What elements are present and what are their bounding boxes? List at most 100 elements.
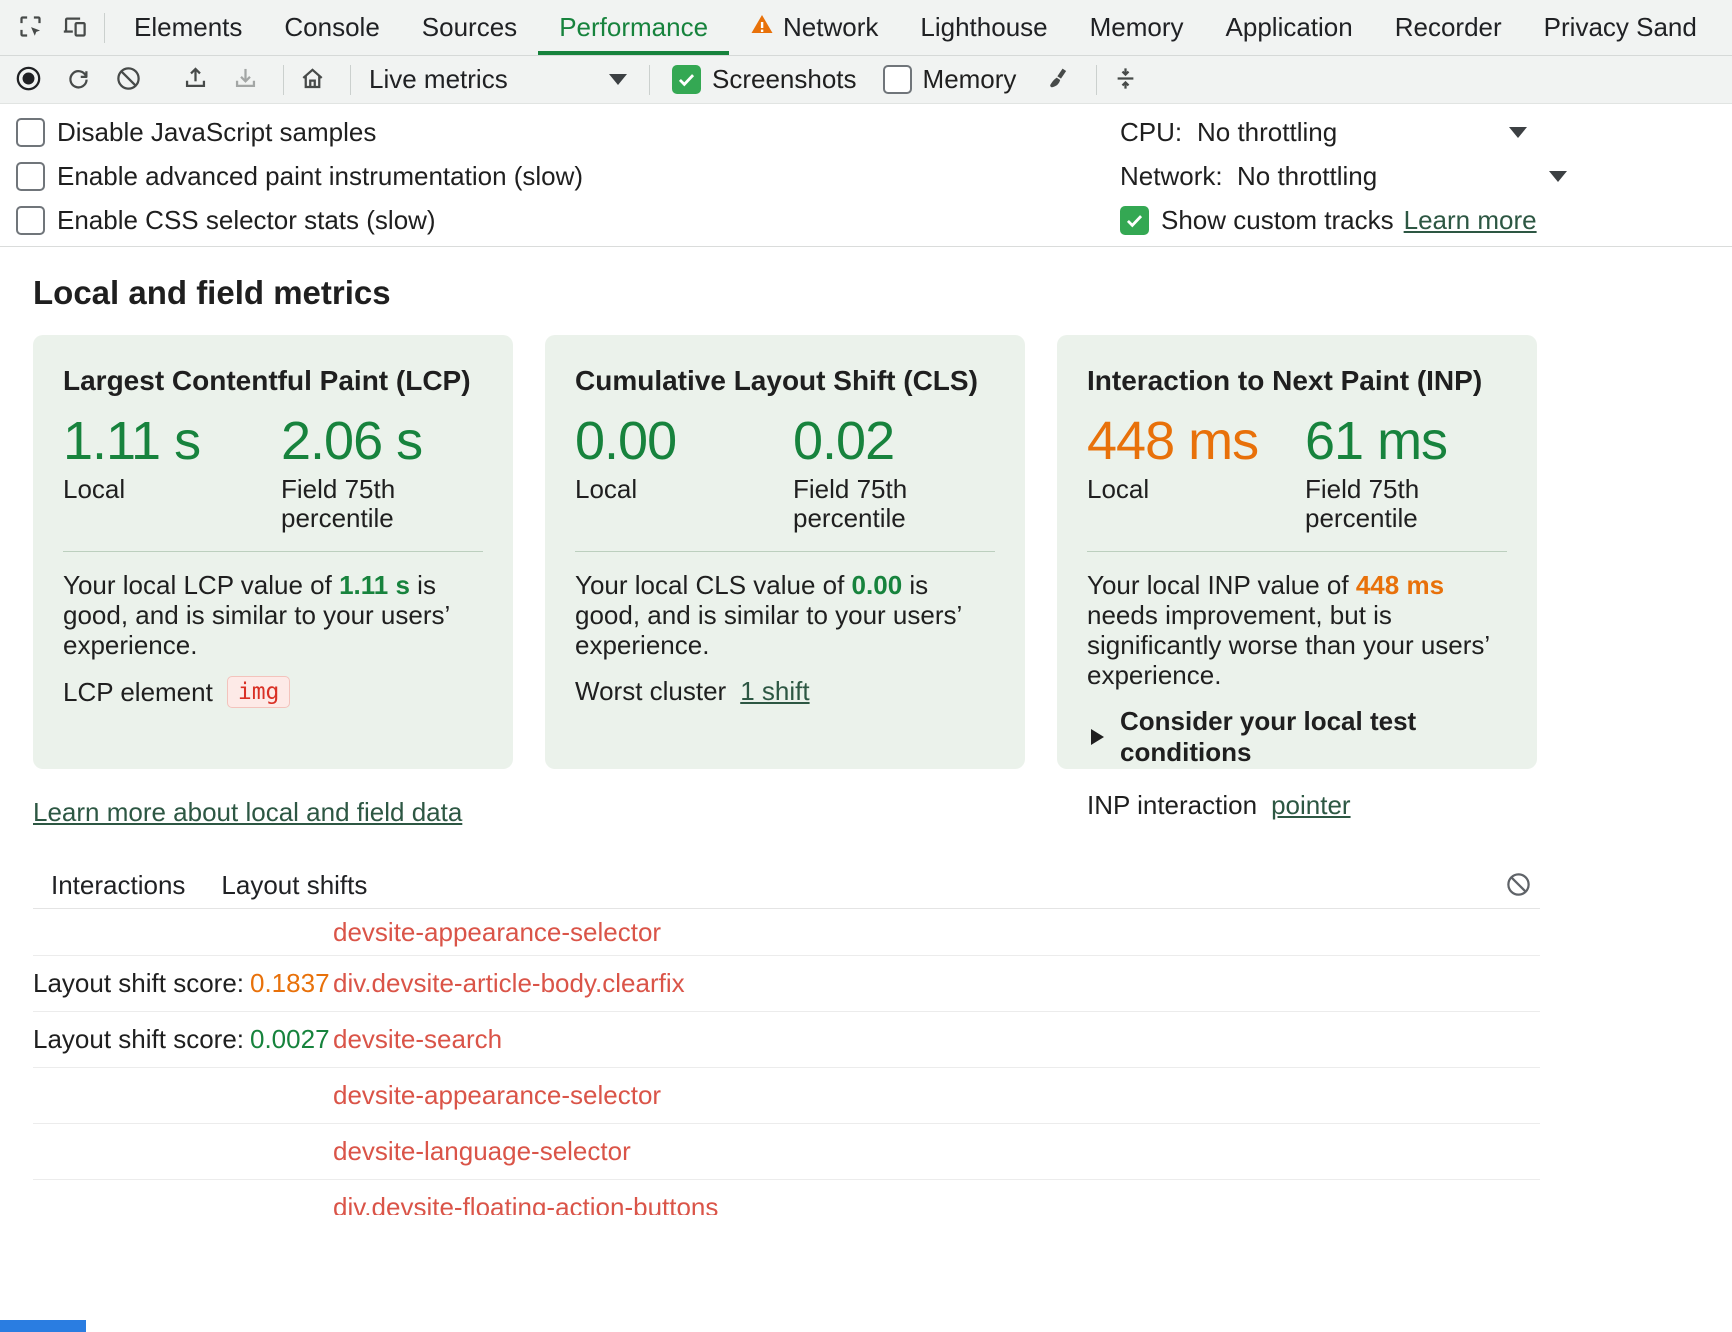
cls-field-value: 0.02 [793,415,938,467]
broom-icon [1045,65,1072,95]
layout-shift-row[interactable]: Layout shift score:0.0027 devsite-search [33,1012,1540,1068]
consider-local-conditions-expander[interactable]: Consider your local test conditions [1087,706,1507,768]
tabbar-tools [0,0,113,55]
tab-application[interactable]: Application [1205,0,1374,55]
tab-recorder[interactable]: Recorder [1374,0,1523,55]
cpu-throttling-select[interactable]: No throttling [1197,117,1527,148]
inp-description: Your local INP value of 448 ms needs imp… [1087,570,1507,690]
tab-elements[interactable]: Elements [113,0,263,55]
tab-layout-shifts[interactable]: Layout shifts [203,863,385,908]
toggle-device-toolbar-button[interactable] [52,7,96,49]
lcp-element-label: LCP element [63,677,213,708]
tab-performance[interactable]: Performance [538,0,729,55]
expander-label: Consider your local test conditions [1120,706,1507,768]
disable-js-samples-checkbox[interactable] [16,118,45,147]
inp-interaction-link[interactable]: pointer [1271,790,1351,821]
metric-values: 1.11 s Local 2.06 s Field 75th percentil… [63,415,483,533]
element-link[interactable]: div.devsite-floating-action-buttons [333,1192,718,1215]
worst-cluster-link[interactable]: 1 shift [740,676,809,707]
collect-garbage-button[interactable] [1038,61,1078,99]
element-link[interactable]: devsite-appearance-selector [333,917,661,948]
network-label: Network: [1120,161,1237,192]
tab-label: Network [783,12,878,43]
reload-and-record-button[interactable] [58,61,98,99]
custom-tracks-row: Show custom tracks Learn more [1120,198,1732,242]
divider [104,13,105,43]
tab-privacy-sandbox[interactable]: Privacy Sand [1523,0,1718,55]
inp-interaction-label: INP interaction [1087,790,1257,821]
divider [350,65,351,95]
inspect-element-button[interactable] [8,7,52,49]
panel-tabs: Elements Console Sources Performance Net… [113,0,1718,55]
score-label: Layout shift score: [33,968,244,998]
local-label: Local [63,475,281,504]
cls-local-value: 0.00 [575,415,793,467]
tab-sources[interactable]: Sources [401,0,538,55]
metric-card-inp: Interaction to Next Paint (INP) 448 ms L… [1057,335,1537,769]
memory-checkbox[interactable] [883,65,912,94]
element-link[interactable]: devsite-search [333,1024,502,1055]
live-metrics-dropdown[interactable]: Live metrics [359,61,641,99]
metric-values: 0.00 Local 0.02 Field 75th percentile [575,415,995,533]
custom-tracks-label: Show custom tracks [1161,205,1394,236]
show-custom-tracks-checkbox[interactable] [1120,206,1149,235]
upload-icon [182,65,209,95]
advanced-paint-checkbox[interactable] [16,162,45,191]
screenshots-label: Screenshots [712,64,857,95]
local-label: Local [1087,475,1305,504]
local-label: Local [575,475,793,504]
layout-shift-row[interactable]: devsite-appearance-selector [33,1068,1540,1124]
layout-shift-row[interactable]: Layout shift score:0.1837 div.devsite-ar… [33,956,1540,1012]
tab-interactions[interactable]: Interactions [33,863,203,908]
metric-card-lcp: Largest Contentful Paint (LCP) 1.11 s Lo… [33,335,513,769]
worst-cluster-row: Worst cluster 1 shift [575,676,995,707]
tab-console[interactable]: Console [263,0,400,55]
tab-lighthouse[interactable]: Lighthouse [899,0,1068,55]
element-link[interactable]: div.devsite-article-body.clearfix [333,968,685,999]
metric-cards: Largest Contentful Paint (LCP) 1.11 s Lo… [33,335,1540,769]
score-value: 0.0027 [250,1024,330,1054]
network-throttling-select[interactable]: No throttling [1237,161,1567,192]
worst-cluster-label: Worst cluster [575,676,726,707]
divider [575,551,995,552]
network-throttling-row: Network: No throttling [1120,154,1732,198]
lcp-element-link[interactable]: img [227,676,291,708]
css-selector-stats-checkbox[interactable] [16,206,45,235]
learn-more-local-field-link[interactable]: Learn more about local and field data [33,797,462,828]
element-link[interactable]: devsite-language-selector [333,1136,631,1167]
horizontal-scrollbar-thumb[interactable] [0,1320,86,1332]
layout-shift-row[interactable]: devsite-language-selector [33,1124,1540,1180]
tab-network[interactable]: Network [729,0,899,55]
field-label: Field 75th percentile [281,475,426,533]
block-icon [115,65,142,95]
tab-label: Memory [1090,12,1184,43]
lcp-local-value: 1.11 s [63,415,281,467]
lcp-description: Your local LCP value of 1.11 s is good, … [63,570,483,660]
live-metrics-home-button[interactable] [292,61,332,99]
screenshots-checkbox[interactable] [672,65,701,94]
live-metrics-dropdown-value: Live metrics [369,64,508,95]
tab-label: Performance [559,12,708,43]
clear-button[interactable] [108,61,148,99]
clear-shifts-button[interactable] [1496,865,1540,907]
layout-shift-row[interactable]: devsite-appearance-selector [33,909,1540,956]
collapse-arrows-icon [1112,65,1139,95]
load-profile-button[interactable] [175,61,215,99]
home-icon [299,65,326,95]
layout-shift-row[interactable]: div.devsite-floating-action-buttons [33,1180,1540,1215]
memory-toggle[interactable]: Memory [883,64,1017,95]
custom-tracks-learn-more-link[interactable]: Learn more [1404,205,1537,236]
page-title: Local and field metrics [33,273,1540,313]
tab-label: Console [284,12,379,43]
screenshots-toggle[interactable]: Screenshots [672,64,857,95]
expand-triangle-icon [1091,729,1104,745]
devtools-window: Elements Console Sources Performance Net… [0,0,1732,1332]
collapse-sections-button[interactable] [1105,61,1145,99]
metric-card-title: Cumulative Layout Shift (CLS) [575,365,995,397]
record-button[interactable] [8,61,48,99]
element-link[interactable]: devsite-appearance-selector [333,1080,661,1111]
chevron-down-icon [1509,127,1527,138]
divider [283,65,284,95]
tab-memory[interactable]: Memory [1069,0,1205,55]
save-profile-button[interactable] [225,61,265,99]
